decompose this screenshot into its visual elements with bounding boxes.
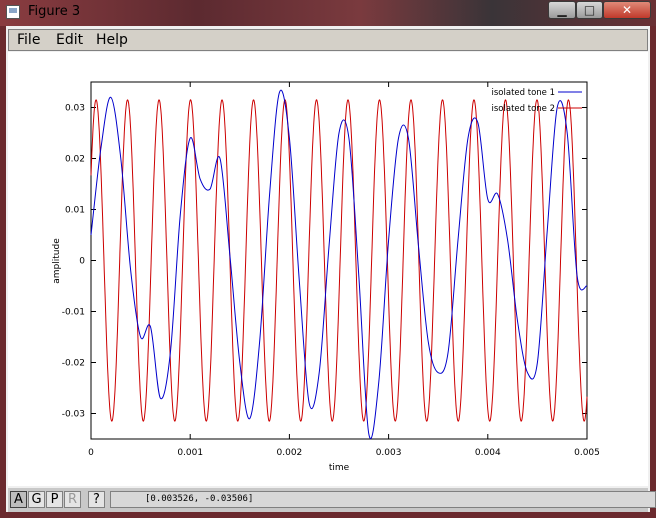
print-button[interactable]: P <box>46 491 63 508</box>
plot-area[interactable]: 0 0.001 0.002 0.003 0.004 0.005 0.03 0.02 0.01 0 -… <box>8 52 648 486</box>
replot-button[interactable]: R <box>64 491 81 508</box>
y-tick-label: -0.03 <box>62 410 85 420</box>
x-tick-label: 0.003 <box>376 448 402 458</box>
minimize-button[interactable]: ▁ <box>548 1 576 19</box>
cursor-coordinates: [0.003526, -0.03506] <box>110 491 656 508</box>
line-chart[interactable]: 0 0.001 0.002 0.003 0.004 0.005 0.03 0.02 0.01 0 -… <box>8 52 648 486</box>
menu-help[interactable]: Help <box>96 32 128 48</box>
y-tick-label: 0 <box>79 257 85 267</box>
maximize-button[interactable]: □ <box>576 1 603 19</box>
series-line-isolated-tone-2 <box>90 99 588 422</box>
y-tick-label: 0.02 <box>65 155 85 165</box>
help-button[interactable]: ? <box>88 491 105 508</box>
y-axis-label: amplitude <box>52 238 62 284</box>
menu-edit[interactable]: Edit <box>56 32 83 48</box>
x-tick-label: 0.002 <box>277 448 303 458</box>
grid-button[interactable]: G <box>28 491 45 508</box>
title-bar[interactable]: Figure 3 ▁ □ ✕ <box>0 0 656 26</box>
menu-bar: File Edit Help <box>8 29 648 51</box>
figure-window-icon <box>6 5 20 19</box>
close-button[interactable]: ✕ <box>603 1 651 19</box>
legend-label-1: isolated tone 1 <box>492 88 555 98</box>
series-line-isolated-tone-1 <box>90 89 588 440</box>
x-tick-label: 0.004 <box>475 448 501 458</box>
x-tick-label: 0 <box>88 448 94 458</box>
y-tick-label: 0.03 <box>65 104 85 114</box>
x-axis-label: time <box>329 463 350 473</box>
y-tick-label: 0.01 <box>65 206 85 216</box>
y-tick-label: -0.02 <box>62 359 85 369</box>
x-tick-label: 0.005 <box>574 448 600 458</box>
autoscale-button[interactable]: A <box>10 491 27 508</box>
status-bar: A G P R ? [0.003526, -0.03506] <box>8 488 656 512</box>
menu-file[interactable]: File <box>17 32 40 48</box>
window-title: Figure 3 <box>28 4 81 19</box>
y-tick-label: -0.01 <box>62 308 85 318</box>
x-tick-label: 0.001 <box>177 448 203 458</box>
legend-label-2: isolated tone 2 <box>492 104 555 114</box>
